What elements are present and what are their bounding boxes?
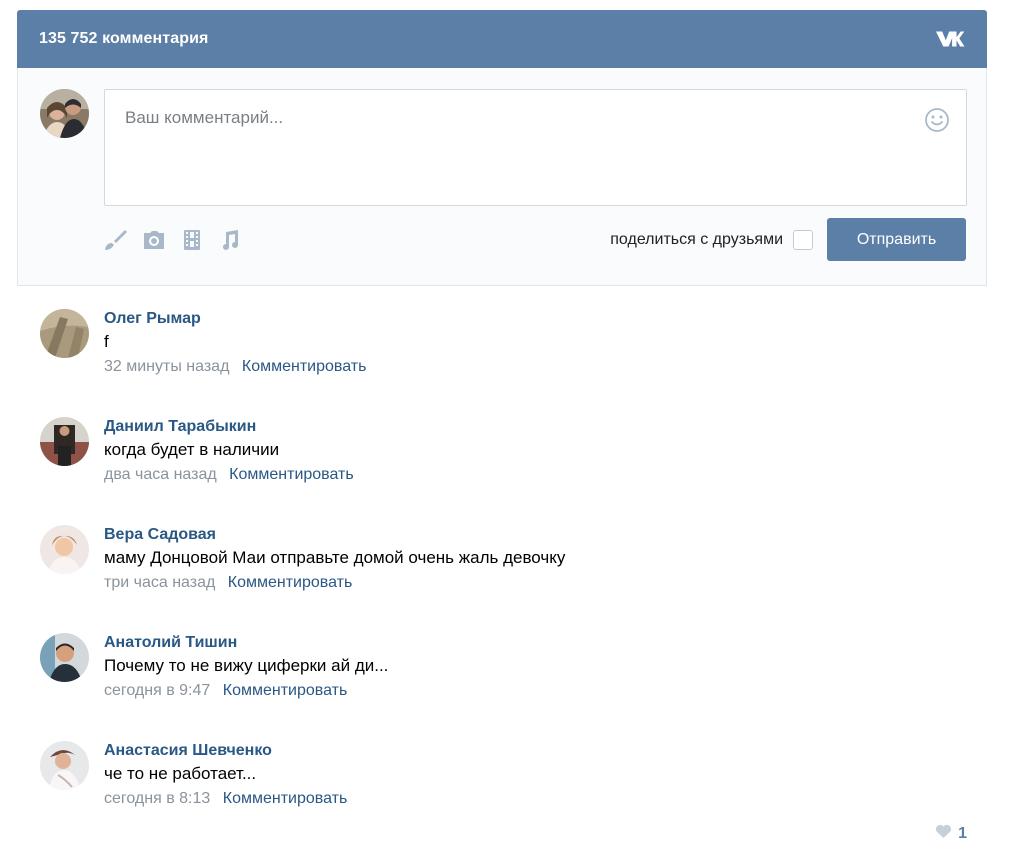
brush-icon[interactable] — [104, 228, 128, 252]
comment-body: Олег Рымар f 32 минуты назад Комментиров… — [104, 309, 970, 379]
comment-item: Вера Садовая маму Донцовой Маи отправьте… — [40, 525, 970, 633]
comment-meta: сегодня в 8:13 Комментировать — [104, 787, 970, 811]
comment-author[interactable]: Анатолий Тишин — [104, 633, 237, 653]
comment-compose-panel: поделиться с друзьями Отправить — [17, 68, 987, 286]
comment-text: че то не работает... — [104, 764, 257, 783]
reply-link[interactable]: Комментировать — [223, 682, 348, 699]
comment-item: Анатолий Тишин Почему то не вижу циферки… — [40, 633, 970, 741]
share-label: поделиться с друзьями — [610, 231, 783, 248]
share-checkbox[interactable] — [793, 230, 813, 250]
comment-text: f — [104, 332, 109, 351]
share-with-friends: поделиться с друзьями — [610, 228, 813, 252]
comment-input[interactable] — [105, 90, 966, 205]
comment-time: три часа назад — [104, 574, 216, 591]
comment-text: когда будет в наличии — [104, 440, 280, 459]
comment-time: сегодня в 9:47 — [104, 682, 211, 699]
film-icon[interactable] — [180, 228, 204, 252]
comment-time: сегодня в 8:13 — [104, 790, 211, 807]
current-user-avatar[interactable] — [40, 89, 89, 138]
comment-time: 32 минуты назад — [104, 358, 230, 375]
heart-icon — [935, 824, 952, 844]
comment-meta: сегодня в 9:47 Комментировать — [104, 679, 970, 703]
reply-link[interactable]: Комментировать — [229, 466, 354, 483]
comment-input-box — [104, 89, 967, 206]
comment-author[interactable]: Вера Садовая — [104, 525, 216, 545]
comment-author[interactable]: Даниил Тарабыкин — [104, 417, 256, 437]
send-button[interactable]: Отправить — [827, 218, 966, 261]
music-note-icon[interactable] — [218, 228, 242, 252]
comment-avatar[interactable] — [40, 633, 89, 682]
comment-meta: 32 минуты назад Комментировать — [104, 355, 970, 379]
comment-author[interactable]: Олег Рымар — [104, 309, 201, 329]
reply-link[interactable]: Комментировать — [223, 790, 348, 807]
smile-icon[interactable] — [924, 107, 950, 133]
comment-meta: два часа назад Комментировать — [104, 463, 970, 487]
like-button[interactable]: 1 — [935, 824, 967, 844]
comment-item: Олег Рымар f 32 минуты назад Комментиров… — [40, 309, 970, 417]
widget-header: 135 752 комментария — [17, 10, 987, 68]
comment-item: Даниил Тарабыкин когда будет в наличии д… — [40, 417, 970, 525]
like-count: 1 — [958, 825, 967, 842]
comment-author[interactable]: Анастасия Шевченко — [104, 741, 272, 761]
camera-icon[interactable] — [142, 228, 166, 252]
comment-time: два часа назад — [104, 466, 217, 483]
comments-widget: 135 752 комментария Ваш комментарий... п… — [17, 10, 987, 286]
comment-meta: три часа назад Комментировать — [104, 571, 970, 595]
comment-avatar[interactable] — [40, 525, 89, 574]
reply-link[interactable]: Комментировать — [242, 358, 367, 375]
comment-avatar[interactable] — [40, 417, 89, 466]
comment-item: Анастасия Шевченко че то не работает... … — [40, 741, 970, 849]
comment-body: Даниил Тарабыкин когда будет в наличии д… — [104, 417, 970, 487]
comment-text: маму Донцовой Маи отправьте домой очень … — [104, 548, 566, 567]
comments-count-title: 135 752 комментария — [39, 30, 209, 47]
comment-avatar[interactable] — [40, 741, 89, 790]
reply-link[interactable]: Комментировать — [228, 574, 353, 591]
vk-logo-icon[interactable] — [935, 30, 965, 48]
comment-body: Анатолий Тишин Почему то не вижу циферки… — [104, 633, 970, 703]
comment-body: Вера Садовая маму Донцовой Маи отправьте… — [104, 525, 970, 595]
comment-body: Анастасия Шевченко че то не работает... … — [104, 741, 970, 811]
comments-list: Олег Рымар f 32 минуты назад Комментиров… — [40, 309, 970, 849]
attachment-toolbar — [104, 228, 256, 252]
comment-text: Почему то не вижу циферки ай ди... — [104, 656, 389, 675]
comment-avatar[interactable] — [40, 309, 89, 358]
